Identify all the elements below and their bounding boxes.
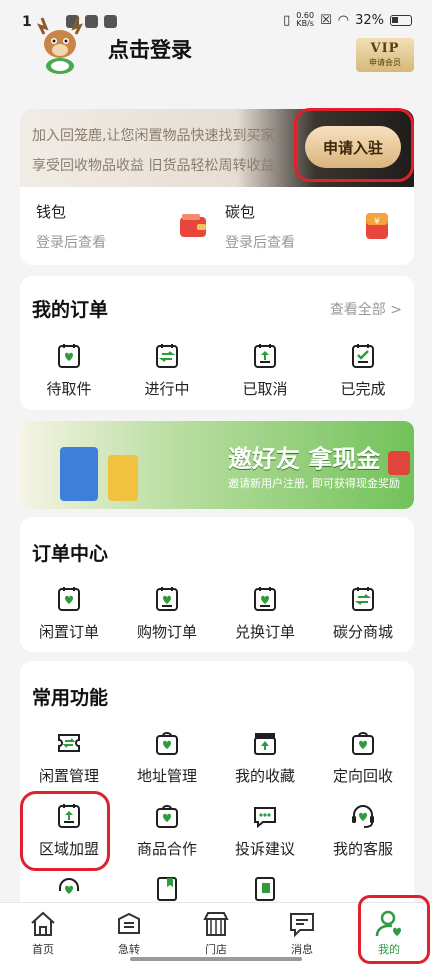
cooperation-icon (156, 805, 178, 828)
battery-icon (390, 14, 412, 26)
favorites-icon (254, 733, 276, 755)
order-pending-icon (58, 344, 80, 368)
deer-avatar[interactable] (28, 14, 92, 76)
my-orders-title: 我的订单 (32, 299, 109, 321)
cooperation-item[interactable]: 商品合作 (118, 802, 216, 859)
book-icon[interactable] (153, 875, 181, 903)
order-progress-item[interactable]: 进行中 (118, 342, 216, 399)
feedback-item[interactable]: 投诉建议 (216, 802, 314, 859)
carbon-wallet-item[interactable]: 碳包 登录后查看 (225, 201, 295, 252)
shopping-order-icon (156, 587, 178, 611)
profile-icon (375, 910, 401, 937)
home-indicator (130, 957, 302, 961)
gift-icon (388, 451, 410, 475)
order-progress-icon (156, 344, 178, 368)
directed-recycle-item[interactable]: 定向回收 (314, 729, 412, 786)
carbon-mall-icon (352, 587, 374, 611)
store-icon (203, 912, 229, 936)
join-line-1: 加入回笼鹿,让您闲置物品快速找到买家 (32, 128, 275, 144)
red-packet-icon: ¥ (366, 213, 388, 239)
order-center-card: 订单中心 闲置订单 购物订单 兑换订单 碳分商城 (20, 517, 414, 652)
my-orders-card: 我的订单 查看全部 > 待取件 进行中 已取消 已完成 (20, 276, 414, 410)
nav-home[interactable]: 首页 (8, 909, 78, 957)
order-center-title: 订单中心 (32, 543, 109, 565)
idle-order-icon (58, 587, 80, 611)
address-icon (156, 732, 178, 755)
wallet-icon (180, 214, 206, 237)
status-right: ▯ 0.60 KB/s ☒ ◠ 32% (283, 12, 412, 28)
battery-percent: 32% (355, 12, 384, 28)
order-pending-item[interactable]: 待取件 (20, 342, 118, 399)
wallet-item[interactable]: 钱包 登录后查看 (36, 201, 106, 252)
order-cancel-icon (254, 344, 276, 368)
shopping-order-item[interactable]: 购物订单 (118, 585, 216, 642)
order-done-item[interactable]: 已完成 (314, 342, 412, 399)
wifi-icon: ◠ (337, 12, 350, 28)
message-icon (290, 913, 314, 938)
notebook-icon[interactable] (251, 875, 279, 903)
nav-quick-sell[interactable]: 急转 (94, 909, 164, 957)
address-item[interactable]: 地址管理 (118, 729, 216, 786)
sim-icon: ☒ (320, 12, 332, 28)
idle-order-item[interactable]: 闲置订单 (20, 585, 118, 642)
nav-profile[interactable]: 我的 (354, 909, 424, 957)
carbon-mall-item[interactable]: 碳分商城 (314, 585, 412, 642)
view-all-link[interactable]: 查看全部 > (330, 299, 402, 319)
invite-banner[interactable]: 邀好友 拿现金 邀请新用户注册, 即可获得现金奖励 (20, 421, 414, 509)
vibrate-icon: ▯ (283, 12, 291, 28)
svg-text:¥: ¥ (374, 217, 380, 227)
network-speed: 0.60 KB/s (296, 11, 315, 28)
order-done-icon (352, 344, 374, 368)
vip-badge[interactable]: VIP 申请会员 (356, 38, 414, 72)
region-join-item[interactable]: 区域加盟 (20, 802, 118, 859)
customer-service-icon (352, 805, 374, 828)
bottom-nav: 首页 急转 门店 消息 我的 (0, 902, 432, 964)
directed-recycle-icon (352, 732, 374, 755)
join-line-2: 享受回收物品收益 旧货品轻松周转收益 (32, 158, 275, 174)
order-cancel-item[interactable]: 已取消 (216, 342, 314, 399)
apply-join-button[interactable]: 申请入驻 (305, 126, 401, 168)
region-join-icon (58, 804, 80, 828)
join-banner: 加入回笼鹿,让您闲置物品快速找到买家 享受回收物品收益 旧货品轻松周转收益 申请… (20, 109, 414, 187)
quick-sell-icon (118, 912, 140, 934)
idle-manage-icon (58, 734, 80, 752)
functions-card: 常用功能 闲置管理 地址管理 我的收藏 定向回收 区域加盟 商品合作 投诉建议 … (20, 661, 414, 907)
idle-manage-item[interactable]: 闲置管理 (20, 729, 118, 786)
invite-banner-title: 邀好友 拿现金 (228, 445, 381, 473)
bag-icon (108, 455, 138, 501)
functions-title: 常用功能 (32, 687, 109, 709)
login-prompt[interactable]: 点击登录 (108, 34, 192, 64)
exchange-order-icon (254, 587, 276, 611)
nav-message[interactable]: 消息 (267, 909, 337, 957)
feedback-icon (254, 807, 276, 829)
nav-store[interactable]: 门店 (181, 909, 251, 957)
recycle-bin-icon (60, 447, 98, 501)
headset-icon[interactable] (55, 875, 83, 903)
home-icon (31, 911, 55, 936)
invite-banner-subtitle: 邀请新用户注册, 即可获得现金奖励 (228, 477, 400, 490)
notification-icon (104, 15, 117, 28)
favorites-item[interactable]: 我的收藏 (216, 729, 314, 786)
exchange-order-item[interactable]: 兑换订单 (216, 585, 314, 642)
wallet-card: 钱包 登录后查看 碳包 登录后查看 ¥ (20, 187, 414, 265)
customer-service-item[interactable]: 我的客服 (314, 802, 412, 859)
